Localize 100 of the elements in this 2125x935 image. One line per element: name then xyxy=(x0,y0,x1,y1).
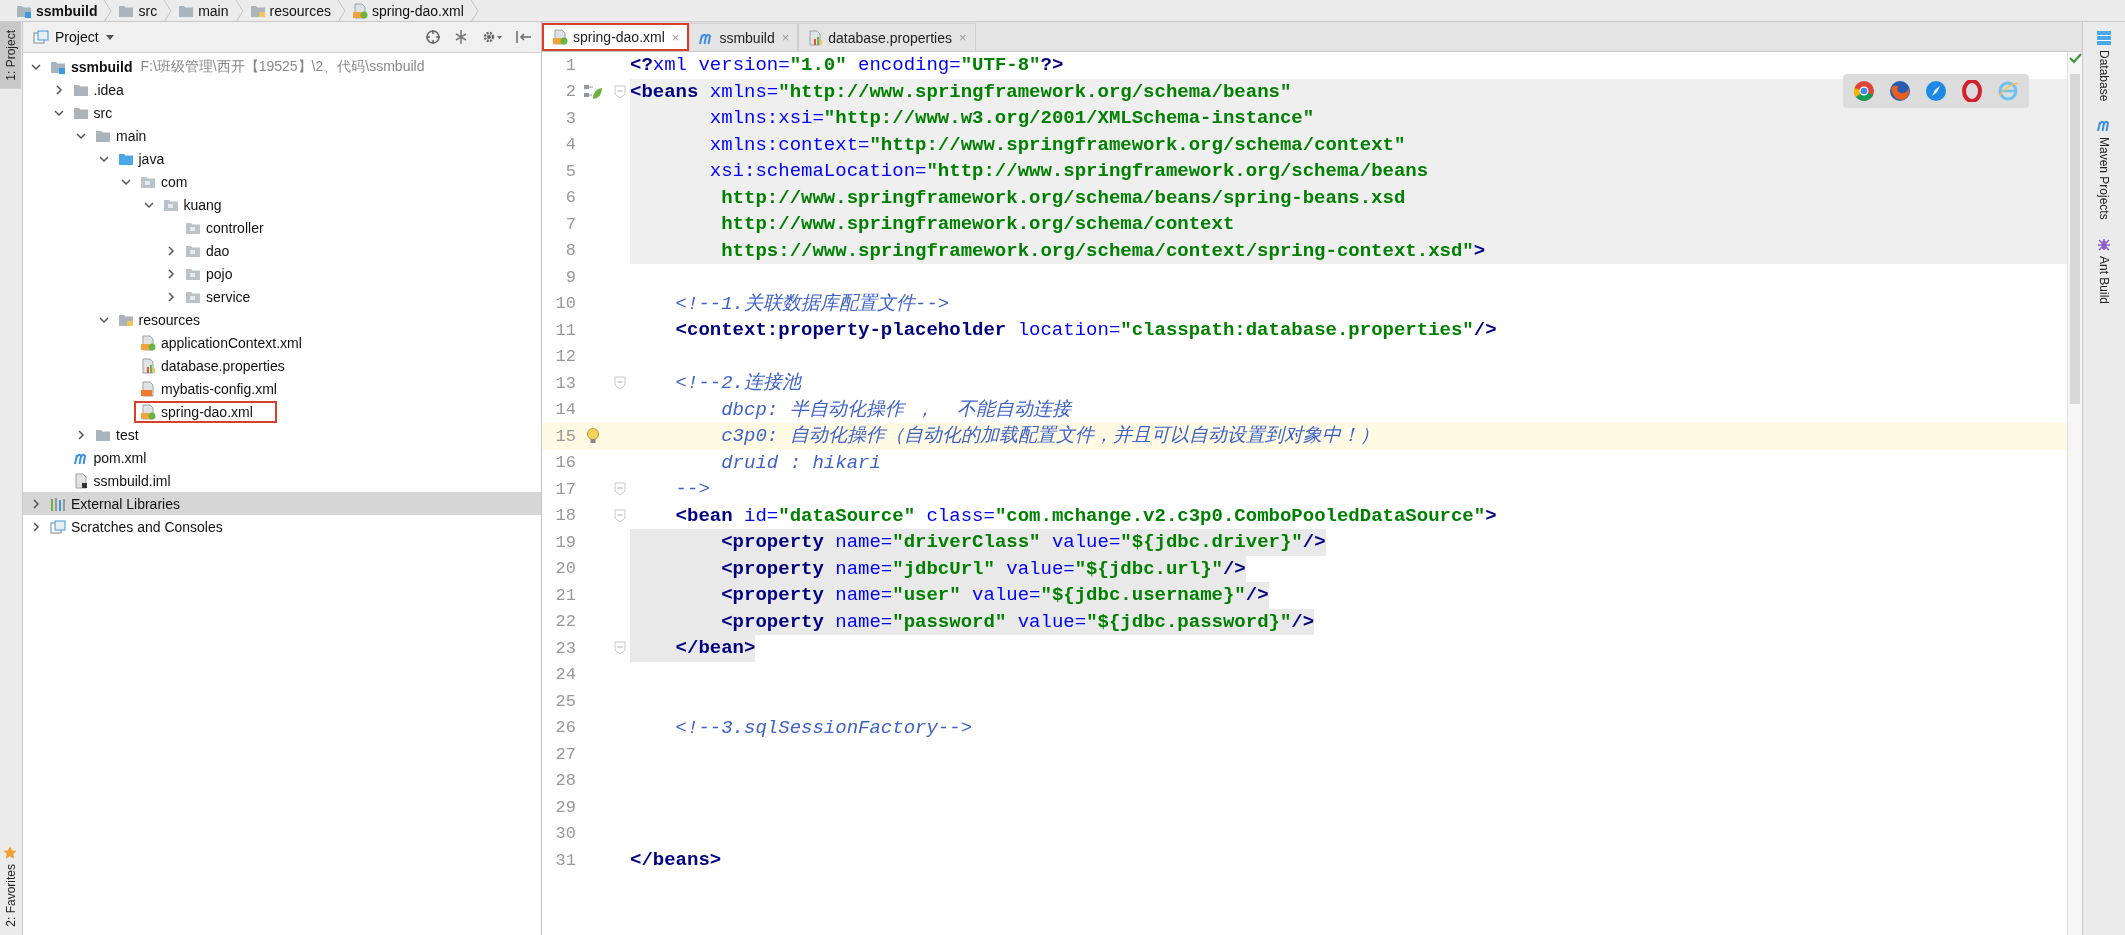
file-icon xyxy=(140,380,156,397)
tree-item[interactable]: pom.xml xyxy=(23,446,541,469)
check-icon xyxy=(2068,52,2082,66)
tree-item[interactable]: ssmbuild.iml xyxy=(23,469,541,492)
chevron-right-icon[interactable] xyxy=(30,520,42,533)
browser-icon[interactable] xyxy=(1853,80,1875,102)
target-icon[interactable] xyxy=(425,29,441,45)
tool-window-tab[interactable]: 1: Project xyxy=(0,22,21,89)
tree-item[interactable]: External Libraries xyxy=(23,492,541,515)
chevron-right-icon[interactable] xyxy=(165,244,177,257)
line-number: 10 xyxy=(554,294,576,314)
code-line: <!--3.sqlSessionFactory--> xyxy=(674,715,973,741)
fold-marker-icon[interactable] xyxy=(614,84,626,99)
code-line: dbcp: 半自动化操作 ， 不能自动连接 xyxy=(720,397,1071,423)
tree-item[interactable]: main xyxy=(23,124,541,147)
caret-icon xyxy=(104,32,115,42)
fold-marker-icon[interactable] xyxy=(614,376,626,391)
tree-item[interactable]: java xyxy=(23,147,541,170)
code-line: https://www.springframework.org/schema/context/spring-context.xsd"> xyxy=(720,238,1486,264)
breadcrumb-item[interactable]: src xyxy=(112,2,164,19)
scrollbar-thumb[interactable] xyxy=(2070,74,2080,404)
line-number: 21 xyxy=(554,585,576,605)
file-icon xyxy=(140,334,156,351)
line-number: 9 xyxy=(564,267,576,287)
line-number: 24 xyxy=(554,665,576,685)
code-line: http://www.springframework.org/schema/beans/spring-beans.xsd xyxy=(720,185,1406,211)
breadcrumb-item[interactable]: ssmbuild xyxy=(10,2,104,19)
code-line: <beans xmlns="http://www.springframework.org/schema/beans" xyxy=(630,79,1292,105)
editor-tab[interactable]: ssmbuild × xyxy=(689,23,799,51)
line-number: 20 xyxy=(554,559,576,579)
bug-icon xyxy=(2096,236,2112,253)
code-line: <!--2.连接池 xyxy=(674,371,802,396)
line-number: 16 xyxy=(554,453,576,473)
breadcrumb-item[interactable]: resources xyxy=(243,2,337,19)
line-number: 3 xyxy=(564,108,576,128)
editor-tab[interactable]: database.properties × xyxy=(798,23,976,51)
code-line: http://www.springframework.org/schema/context xyxy=(720,212,1235,237)
code-line: <bean id="dataSource" class="com.mchange.v2.c3p0.ComboPooledDataSource"> xyxy=(674,503,1497,529)
file-icon xyxy=(807,29,824,46)
tree-item[interactable]: mybatis-config.xml xyxy=(23,377,541,400)
code-line: xmlns:context="http://www.springframework.org/schema/context" xyxy=(708,132,1406,158)
file-icon xyxy=(72,472,89,489)
fold-marker-icon[interactable] xyxy=(614,482,626,497)
line-number: 15 xyxy=(554,426,576,446)
library-icon xyxy=(50,495,66,512)
line-number: 13 xyxy=(554,373,576,393)
breadcrumb-item[interactable]: spring-dao.xml xyxy=(345,2,470,19)
line-number: 30 xyxy=(554,824,576,844)
settings-icon[interactable] xyxy=(481,29,503,45)
tree-item[interactable]: kuang xyxy=(23,193,541,216)
line-number: 18 xyxy=(554,506,576,526)
line-number: 14 xyxy=(554,400,576,420)
hide-icon[interactable] xyxy=(515,29,533,45)
fold-marker-icon[interactable] xyxy=(614,508,626,523)
tree-item[interactable]: database.properties xyxy=(23,354,541,377)
collapse-icon[interactable] xyxy=(453,29,469,45)
browser-icon[interactable] xyxy=(1925,80,1947,102)
path-label: F:\班级管理\西开【19525】\2、代码\ssmbuild xyxy=(140,57,425,76)
browser-icon[interactable] xyxy=(1961,80,1983,102)
chevron-right-icon[interactable] xyxy=(165,290,177,303)
tree-item[interactable]: resources xyxy=(23,308,541,331)
code-line: <context:property-placeholder location="classpath:database.properties"/> xyxy=(674,318,1497,343)
line-number: 17 xyxy=(554,479,576,499)
chevron-right-icon[interactable] xyxy=(30,497,42,510)
tool-window-tab[interactable]: Database xyxy=(2083,22,2125,110)
line-number: 27 xyxy=(554,744,576,764)
tree-item[interactable]: src xyxy=(23,101,541,124)
view-selector[interactable]: Project xyxy=(33,29,115,45)
code-line: --> xyxy=(674,477,710,502)
breadcrumb-item[interactable]: main xyxy=(172,2,235,19)
tree-item[interactable]: test xyxy=(23,423,541,446)
file-icon xyxy=(351,2,368,19)
tree-item[interactable]: spring-dao.xml xyxy=(23,400,541,423)
bean-icon[interactable] xyxy=(583,82,603,101)
tree-item[interactable]: com xyxy=(23,170,541,193)
line-number: 23 xyxy=(554,638,576,658)
code-line: druid : hikari xyxy=(720,450,881,476)
tool-window-tab[interactable]: 2: Favorites xyxy=(0,838,21,935)
editor-tab[interactable]: spring-dao.xml × xyxy=(542,23,690,51)
tree-item[interactable]: dao xyxy=(23,239,541,262)
tree-item[interactable]: pojo xyxy=(23,262,541,285)
tree-item[interactable]: Scratches and Consoles xyxy=(23,515,541,538)
chevron-right-icon[interactable] xyxy=(165,267,177,280)
browser-icon[interactable] xyxy=(1889,80,1911,102)
chevron-right-icon[interactable] xyxy=(75,428,87,441)
file-icon xyxy=(140,403,156,420)
console-icon xyxy=(50,518,66,535)
tool-window-tab[interactable]: Ant Build xyxy=(2083,228,2125,313)
lightbulb-icon[interactable] xyxy=(586,427,600,446)
tree-item[interactable]: controller xyxy=(23,216,541,239)
line-number: 19 xyxy=(554,532,576,552)
tool-window-tab[interactable]: Maven Projects xyxy=(2083,109,2125,229)
tree-item[interactable]: applicationContext.xml xyxy=(23,331,541,354)
code-line: </beans> xyxy=(630,848,722,873)
fold-marker-icon[interactable] xyxy=(614,641,626,656)
tree-item[interactable]: ssmbuild F:\班级管理\西开【19525】\2、代码\ssmbuild xyxy=(23,55,541,78)
tree-item[interactable]: .idea xyxy=(23,78,541,101)
tree-item[interactable]: service xyxy=(23,285,541,308)
line-number: 6 xyxy=(564,188,576,208)
code-line: xmlns:xsi="http://www.w3.org/2001/XMLSchema-instance" xyxy=(708,106,1315,131)
